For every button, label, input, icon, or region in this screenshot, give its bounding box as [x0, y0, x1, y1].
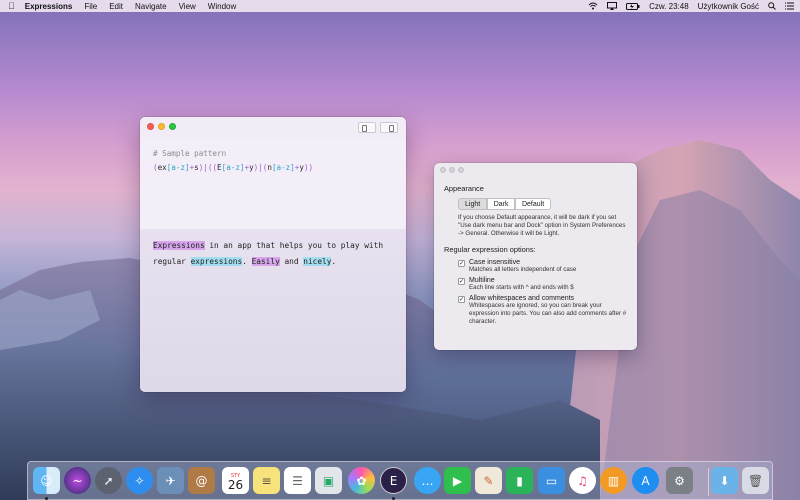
whitespace-comments-checkbox[interactable]: ✓: [458, 296, 465, 303]
itunes-icon[interactable]: ♫: [569, 467, 596, 494]
pattern-class: [a-z]: [271, 163, 295, 172]
search-icon[interactable]: [768, 2, 776, 10]
sample-text: .: [242, 257, 252, 266]
pattern-literal: ex: [157, 163, 167, 172]
match-highlight: expressions: [190, 257, 243, 266]
prefs-close-button[interactable]: [440, 167, 446, 173]
regex-options-title: Regular expression options:: [444, 245, 536, 254]
option-description: Each line starts with ^ and ends with $: [469, 284, 574, 291]
airplay-icon[interactable]: [607, 2, 618, 10]
downloads-folder-icon[interactable]: ⬇: [711, 467, 738, 494]
notification-center-icon[interactable]: [785, 2, 794, 10]
wifi-icon[interactable]: [588, 2, 598, 10]
sample-text: and: [279, 257, 304, 266]
menu-file[interactable]: File: [84, 2, 97, 11]
preview-icon[interactable]: ▣: [315, 467, 342, 494]
zoom-window-button[interactable]: [169, 123, 176, 130]
contacts-icon[interactable]: @: [188, 467, 215, 494]
messages-icon[interactable]: …: [414, 467, 441, 494]
prefs-minimize-button[interactable]: [449, 167, 455, 173]
option-whitespace-comments: ✓ Allow whitespaces and comments Whitesp…: [458, 295, 627, 326]
pages-doc-icon[interactable]: ✎: [475, 467, 502, 494]
pattern-editor[interactable]: # Sample pattern (ex[a-z]+s)|((E[a-z]+y)…: [140, 138, 406, 229]
system-preferences-icon[interactable]: ⚙: [666, 467, 693, 494]
trash-icon[interactable]: 🗑: [742, 467, 769, 494]
toggle-right-sidebar-button[interactable]: [380, 122, 398, 133]
calendar-day: 26: [227, 477, 244, 492]
menubar-clock[interactable]: Czw. 23:48: [649, 2, 689, 11]
close-window-button[interactable]: [147, 123, 154, 130]
preferences-window: Appearance Light Dark Default If you cho…: [434, 163, 637, 350]
main-window-titlebar[interactable]: [140, 117, 406, 138]
photo-booth-icon[interactable]: ✈: [157, 467, 184, 494]
option-label: Multiline: [469, 277, 495, 284]
photos-icon[interactable]: ✿: [348, 467, 375, 494]
menu-app-name[interactable]: Expressions: [25, 2, 73, 11]
expressions-icon[interactable]: E: [380, 467, 407, 494]
battery-icon[interactable]: [626, 2, 640, 10]
appearance-title: Appearance: [444, 184, 484, 193]
sample-text: .: [331, 257, 337, 266]
menu-bar:  Expressions File Edit Navigate View Wi…: [0, 0, 800, 12]
notes-icon[interactable]: ≡: [253, 467, 280, 494]
appearance-segmented-control: Light Dark Default: [458, 198, 627, 210]
pattern-paren: )): [303, 163, 314, 172]
reminders-icon[interactable]: ☰: [284, 467, 311, 494]
appearance-dark-option[interactable]: Dark: [486, 198, 516, 210]
pattern-paren: )|((: [198, 163, 218, 172]
appearance-light-option[interactable]: Light: [458, 198, 488, 210]
calendar-icon[interactable]: STY 26: [222, 467, 249, 494]
pattern-class: [a-z]: [166, 163, 190, 172]
menu-navigate[interactable]: Navigate: [135, 2, 167, 11]
option-label: Case insensitive: [469, 259, 520, 266]
option-description: Whitespaces are ignored, so you can brea…: [469, 302, 627, 325]
menu-edit[interactable]: Edit: [109, 2, 123, 11]
expressions-main-window: # Sample pattern (ex[a-z]+s)|((E[a-z]+y)…: [140, 117, 406, 392]
sample-text-editor[interactable]: Expressions in an app that helps you to …: [140, 229, 406, 392]
dock-separator: [708, 468, 709, 496]
match-highlight: Expressions: [153, 241, 205, 250]
case-insensitive-checkbox[interactable]: ✓: [458, 260, 465, 267]
prefs-titlebar[interactable]: [434, 163, 637, 177]
facetime-icon[interactable]: ▶: [444, 467, 471, 494]
menubar-user[interactable]: Użytkownik Gość: [698, 2, 759, 11]
option-case-insensitive: ✓ Case insensitive Matches all letters i…: [458, 259, 627, 274]
keynote-icon[interactable]: ▭: [538, 467, 565, 494]
appearance-default-option[interactable]: Default: [514, 198, 552, 210]
finder-icon[interactable]: ☺: [33, 467, 60, 494]
sample-text: in an app that helps you to play with: [204, 241, 384, 250]
appearance-note: If you choose Default appearance, it wil…: [458, 214, 626, 237]
dock: ☺ ~ ➚ ✧ ✈ @ STY 26 ≡ ☰ ▣ ✿ E … ▶ ✎ ▮ ▭ ♫…: [27, 461, 773, 500]
menu-view[interactable]: View: [179, 2, 196, 11]
pattern-text: (ex[a-z]+s)|((E[a-z]+y)|(n[a-z]+y)): [153, 161, 393, 175]
option-label: Allow whitespaces and comments: [469, 295, 575, 302]
safari-icon[interactable]: ✧: [126, 467, 153, 494]
prefs-zoom-button[interactable]: [458, 167, 464, 173]
pattern-class: [a-z]: [221, 163, 245, 172]
option-multiline: ✓ Multiline Each line starts with ^ and …: [458, 277, 627, 292]
multiline-checkbox[interactable]: ✓: [458, 278, 465, 285]
menu-window[interactable]: Window: [208, 2, 236, 11]
pattern-paren: )|(: [253, 163, 268, 172]
numbers-icon[interactable]: ▮: [506, 467, 533, 494]
launchpad-icon[interactable]: ➚: [95, 467, 122, 494]
apple-menu-icon[interactable]: : [8, 1, 15, 11]
ibooks-icon[interactable]: ▥: [600, 467, 627, 494]
pattern-comment: # Sample pattern: [153, 149, 227, 158]
sample-text: regular: [153, 257, 191, 266]
match-highlight: Easily: [251, 257, 280, 266]
siri-icon[interactable]: ~: [64, 467, 91, 494]
match-highlight: nicely: [303, 257, 332, 266]
minimize-window-button[interactable]: [158, 123, 165, 130]
app-store-icon[interactable]: A: [632, 467, 659, 494]
option-description: Matches all letters independent of case: [469, 266, 577, 273]
toggle-left-sidebar-button[interactable]: [358, 122, 376, 133]
